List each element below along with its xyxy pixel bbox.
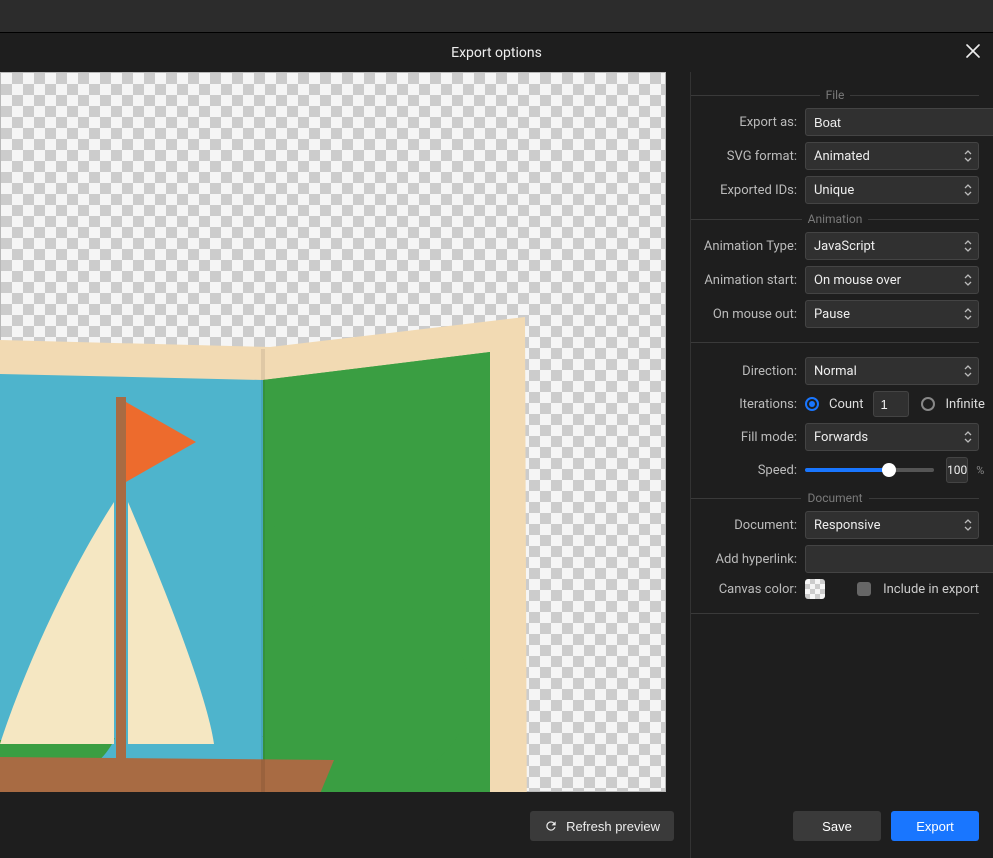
rule (691, 613, 979, 614)
save-button-label: Save (822, 819, 852, 834)
direction-value: Normal (814, 364, 857, 379)
animation-type-select[interactable]: JavaScript (805, 232, 979, 260)
options-scroll[interactable]: File Export as: SVG format: Animated Exp… (691, 72, 993, 794)
speed-value-field[interactable]: 100 (946, 457, 968, 483)
export-as-input[interactable] (805, 108, 993, 136)
speed-slider[interactable] (805, 468, 934, 472)
chevron-updown-icon (964, 273, 972, 287)
close-icon (966, 42, 980, 63)
canvas-color-swatch[interactable] (805, 579, 825, 599)
animation-start-select[interactable]: On mouse over (805, 266, 979, 294)
export-button-label: Export (916, 819, 954, 834)
speed-unit: % (976, 464, 984, 477)
chevron-updown-icon (964, 364, 972, 378)
refresh-icon (544, 819, 558, 833)
on-mouse-out-label: On mouse out: (691, 307, 799, 322)
include-in-export-checkbox[interactable] (857, 582, 871, 596)
hyperlink-input[interactable] (805, 545, 993, 573)
chevron-updown-icon (964, 307, 972, 321)
section-file: File (691, 88, 979, 102)
iterations-count-radio[interactable] (805, 397, 819, 411)
save-button[interactable]: Save (793, 811, 881, 841)
animation-type-label: Animation Type: (691, 239, 799, 254)
preview-column: Refresh preview (0, 72, 690, 858)
svg-format-select[interactable]: Animated (805, 142, 979, 170)
dialog-footer: Save Export (691, 794, 993, 858)
dialog-body: Refresh preview File Export as: SVG form… (0, 72, 993, 858)
section-file-label: File (820, 88, 851, 102)
rule (691, 342, 979, 343)
app-toolbar (0, 0, 993, 32)
animation-start-value: On mouse over (814, 273, 901, 288)
preview-footer: Refresh preview (0, 794, 690, 858)
options-column: File Export as: SVG format: Animated Exp… (690, 72, 993, 858)
fill-mode-value: Forwards (814, 430, 868, 445)
export-as-label: Export as: (691, 115, 799, 130)
direction-select[interactable]: Normal (805, 357, 979, 385)
iterations-label: Iterations: (691, 397, 799, 412)
chevron-updown-icon (964, 518, 972, 532)
on-mouse-out-value: Pause (814, 307, 850, 322)
iterations-infinite-label: Infinite (945, 397, 984, 412)
document-value: Responsive (814, 518, 881, 533)
chevron-updown-icon (964, 239, 972, 253)
dialog-title: Export options (451, 45, 542, 61)
exported-ids-select[interactable]: Unique (805, 176, 979, 204)
document-label: Document: (691, 518, 799, 533)
fill-mode-select[interactable]: Forwards (805, 423, 979, 451)
iterations-count-label: Count (829, 397, 863, 412)
section-animation: Animation (691, 212, 979, 226)
preview-canvas (0, 72, 666, 792)
canvas-color-label: Canvas color: (691, 582, 799, 597)
chevron-updown-icon (964, 183, 972, 197)
iterations-infinite-radio[interactable] (921, 397, 935, 411)
svg-format-value: Animated (814, 149, 870, 164)
close-button[interactable] (961, 41, 985, 65)
svg-format-label: SVG format: (691, 149, 799, 164)
section-document: Document (691, 491, 979, 505)
direction-label: Direction: (691, 364, 799, 379)
iterations-count-input[interactable] (873, 391, 909, 417)
exported-ids-value: Unique (814, 183, 854, 198)
fill-mode-label: Fill mode: (691, 430, 799, 445)
exported-ids-label: Exported IDs: (691, 183, 799, 198)
export-button[interactable]: Export (891, 811, 979, 841)
hyperlink-label: Add hyperlink: (691, 552, 799, 567)
section-document-label: Document (801, 491, 868, 505)
animation-type-value: JavaScript (814, 239, 875, 254)
speed-label: Speed: (691, 463, 799, 478)
refresh-preview-button[interactable]: Refresh preview (530, 811, 674, 841)
include-in-export-label: Include in export (883, 582, 979, 597)
animation-start-label: Animation start: (691, 273, 799, 288)
document-select[interactable]: Responsive (805, 511, 979, 539)
dialog-header: Export options (0, 32, 993, 72)
chevron-updown-icon (964, 149, 972, 163)
on-mouse-out-select[interactable]: Pause (805, 300, 979, 328)
section-animation-label: Animation (802, 212, 869, 226)
speed-value: 100 (947, 463, 967, 477)
chevron-updown-icon (964, 430, 972, 444)
preview-area[interactable] (0, 72, 690, 794)
refresh-preview-label: Refresh preview (566, 819, 660, 834)
